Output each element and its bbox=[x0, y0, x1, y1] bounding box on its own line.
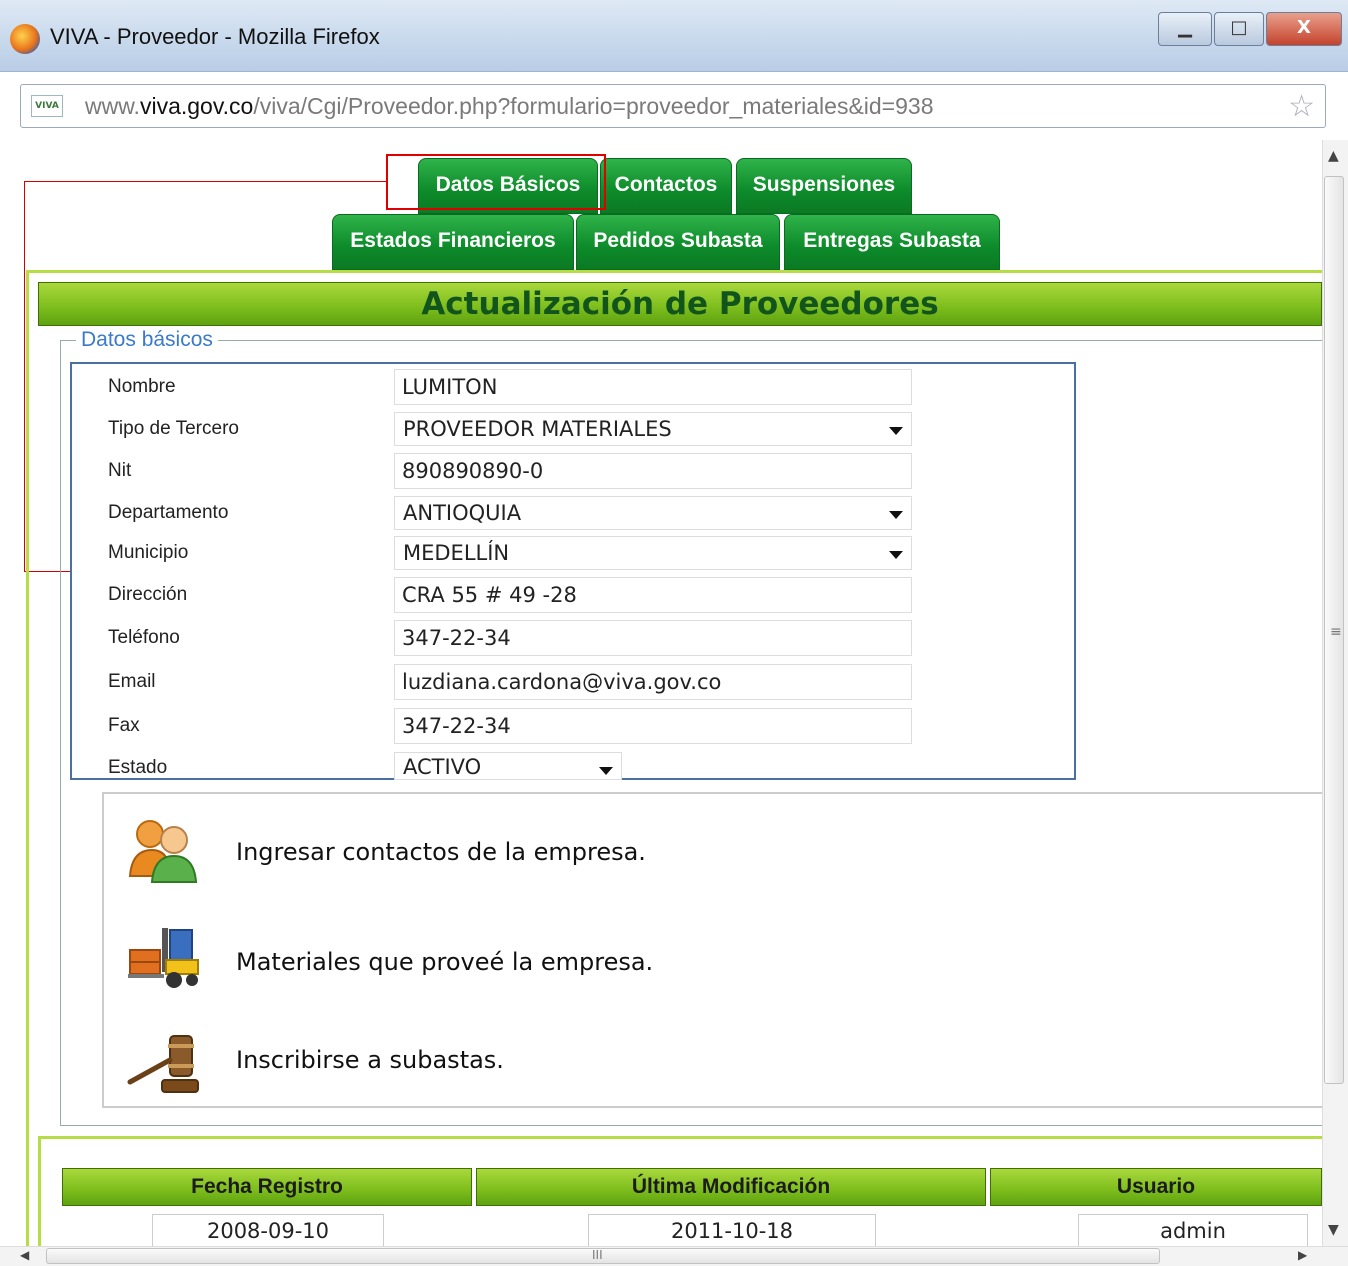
scroll-up-icon[interactable]: ▲ bbox=[1328, 148, 1339, 164]
page-content: Datos Básicos Contactos Suspensiones Est… bbox=[0, 140, 1322, 1246]
title-bar: VIVA - Proveedor - Mozilla Firefox ▁ □ X bbox=[0, 0, 1348, 72]
departamento-value: ANTIOQUIA bbox=[403, 501, 522, 525]
label-municipio: Municipio bbox=[108, 542, 189, 563]
estado-value: ACTIVO bbox=[403, 755, 482, 779]
chevron-down-icon bbox=[889, 511, 903, 519]
header-fecha-registro: Fecha Registro bbox=[62, 1168, 472, 1206]
tab-entregas-subasta[interactable]: Entregas Subasta bbox=[784, 214, 1000, 270]
label-departamento: Departamento bbox=[108, 502, 229, 523]
action-subastas[interactable]: Inscribirse a subastas. bbox=[236, 1046, 504, 1074]
tab-estados-financieros[interactable]: Estados Financieros bbox=[332, 214, 574, 270]
label-email: Email bbox=[108, 671, 156, 692]
telefono-input[interactable]: 347-22-34 bbox=[394, 620, 912, 656]
url-domain: viva.gov.co bbox=[139, 93, 254, 119]
highlight-box bbox=[386, 154, 606, 210]
nombre-input[interactable]: LUMITON bbox=[394, 369, 912, 405]
municipio-select[interactable]: MEDELLÍN bbox=[394, 536, 912, 570]
label-estado: Estado bbox=[108, 757, 168, 778]
action-materiales[interactable]: Materiales que proveé la empresa. bbox=[236, 948, 653, 976]
label-fax: Fax bbox=[108, 715, 140, 736]
bookmark-star-icon[interactable]: ☆ bbox=[1288, 89, 1315, 124]
nit-input[interactable]: 890890890-0 bbox=[394, 453, 912, 489]
estado-select[interactable]: ACTIVO bbox=[394, 752, 622, 780]
url-text[interactable]: www.viva.gov.co/viva/Cgi/Proveedor.php?f… bbox=[85, 93, 934, 120]
forklift-icon[interactable] bbox=[126, 924, 202, 994]
fecha-registro-value: 2008-09-10 bbox=[152, 1214, 384, 1246]
browser-window: VIVA - Proveedor - Mozilla Firefox ▁ □ X… bbox=[0, 0, 1348, 1266]
scroll-grip-icon: ≡ bbox=[1330, 624, 1342, 640]
label-nombre: Nombre bbox=[108, 376, 176, 397]
header-ultima-modificacion: Última Modificación bbox=[476, 1168, 986, 1206]
tipo-tercero-select[interactable]: PROVEEDOR MATERIALES bbox=[394, 412, 912, 446]
tipo-tercero-value: PROVEEDOR MATERIALES bbox=[403, 417, 672, 441]
gavel-icon[interactable] bbox=[126, 1030, 202, 1100]
callout-line bbox=[24, 181, 386, 182]
scroll-down-icon[interactable]: ▼ bbox=[1328, 1222, 1339, 1238]
municipio-value: MEDELLÍN bbox=[403, 541, 510, 565]
chevron-down-icon bbox=[599, 767, 613, 775]
minimize-button[interactable]: ▁ bbox=[1158, 12, 1212, 46]
chevron-down-icon bbox=[889, 551, 903, 559]
tab-suspensiones[interactable]: Suspensiones bbox=[736, 158, 912, 214]
label-nit: Nit bbox=[108, 460, 132, 481]
label-direccion: Dirección bbox=[108, 584, 188, 605]
url-bar[interactable]: VIVA www.viva.gov.co/viva/Cgi/Proveedor.… bbox=[20, 84, 1326, 128]
url-prefix: www. bbox=[85, 93, 140, 119]
usuario-value: admin bbox=[1078, 1214, 1308, 1246]
scroll-grip-icon: III bbox=[592, 1248, 603, 1262]
departamento-select[interactable]: ANTIOQUIA bbox=[394, 496, 912, 530]
contacts-icon[interactable] bbox=[126, 816, 202, 886]
tab-contactos[interactable]: Contactos bbox=[600, 158, 732, 214]
page-title: Actualización de Proveedores bbox=[421, 286, 939, 322]
action-ingresar-contactos[interactable]: Ingresar contactos de la empresa. bbox=[236, 838, 646, 866]
label-telefono: Teléfono bbox=[108, 627, 180, 648]
callout-line bbox=[24, 181, 25, 572]
direccion-input[interactable]: CRA 55 # 49 -28 bbox=[394, 577, 912, 613]
horizontal-scroll-thumb[interactable] bbox=[46, 1248, 1160, 1264]
window-title: VIVA - Proveedor - Mozilla Firefox bbox=[50, 24, 380, 49]
firefox-logo-icon bbox=[10, 24, 40, 54]
maximize-button[interactable]: □ bbox=[1214, 12, 1264, 46]
url-path: /viva/Cgi/Proveedor.php?formulario=prove… bbox=[253, 93, 934, 119]
fax-input[interactable]: 347-22-34 bbox=[394, 708, 912, 744]
fieldset-legend: Datos básicos bbox=[76, 328, 218, 352]
section-header: Actualización de Proveedores bbox=[38, 282, 1322, 326]
header-usuario: Usuario bbox=[990, 1168, 1322, 1206]
close-button[interactable]: X bbox=[1266, 12, 1342, 46]
scroll-right-icon[interactable]: ▶ bbox=[1298, 1248, 1307, 1262]
chevron-down-icon bbox=[889, 427, 903, 435]
email-input[interactable]: luzdiana.cardona@viva.gov.co bbox=[394, 664, 912, 700]
site-favicon-icon: VIVA bbox=[31, 95, 63, 117]
label-tipo-tercero: Tipo de Tercero bbox=[108, 418, 239, 439]
tab-pedidos-subasta[interactable]: Pedidos Subasta bbox=[576, 214, 780, 270]
ultima-modificacion-value: 2011-10-18 bbox=[588, 1214, 876, 1246]
scroll-left-icon[interactable]: ◀ bbox=[20, 1248, 29, 1262]
